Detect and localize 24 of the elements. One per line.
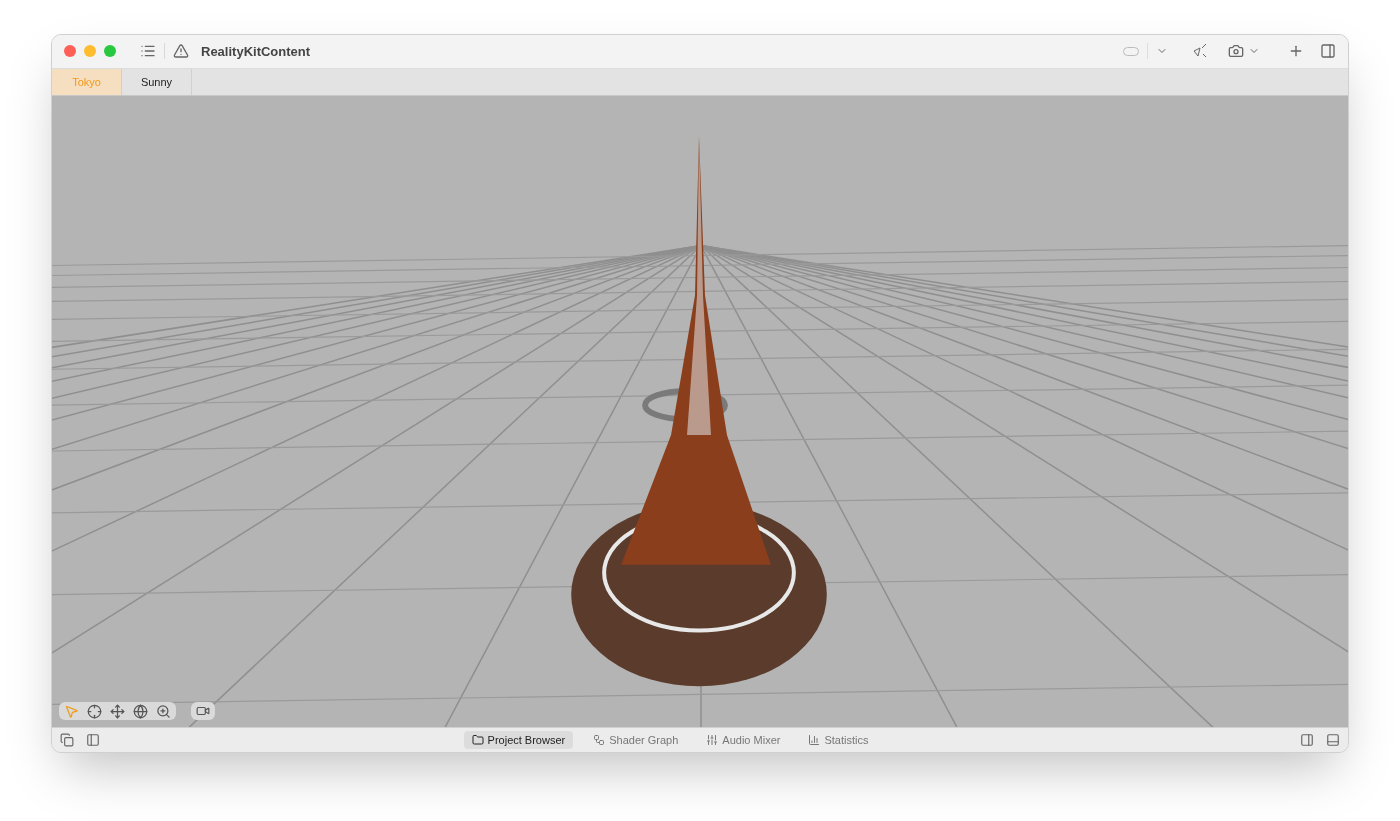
zoom-icon[interactable] xyxy=(156,703,171,719)
windows-icon[interactable] xyxy=(60,733,74,748)
window-title: RealityKitContent xyxy=(201,42,311,61)
panel-tab[interactable]: Audio Mixer xyxy=(698,731,789,750)
bar-chart-icon xyxy=(808,734,821,747)
panel-right-icon[interactable] xyxy=(1320,43,1336,60)
panel-tab[interactable]: Shader Graph xyxy=(585,731,687,750)
panel-left-icon[interactable] xyxy=(86,733,100,748)
sliders-icon xyxy=(706,734,719,747)
cone-arrows-icon[interactable] xyxy=(1192,43,1208,60)
globe-icon[interactable] xyxy=(133,703,148,719)
graph-icon xyxy=(593,734,606,747)
panel-bottom-icon[interactable] xyxy=(1326,733,1340,748)
panel-tab[interactable]: Project Browser xyxy=(463,731,574,750)
warning-icon[interactable] xyxy=(173,43,189,60)
panel-tab[interactable]: Statistics xyxy=(800,731,877,750)
close-button[interactable] xyxy=(64,45,76,58)
camera-tool[interactable] xyxy=(191,702,215,721)
move-icon[interactable] xyxy=(110,703,125,719)
folder-icon xyxy=(471,734,484,747)
document-tab[interactable]: Sunny xyxy=(122,68,192,95)
camera-icon[interactable] xyxy=(1228,43,1244,60)
crosshair-icon[interactable] xyxy=(87,703,102,719)
panel-right-icon[interactable] xyxy=(1300,733,1314,748)
